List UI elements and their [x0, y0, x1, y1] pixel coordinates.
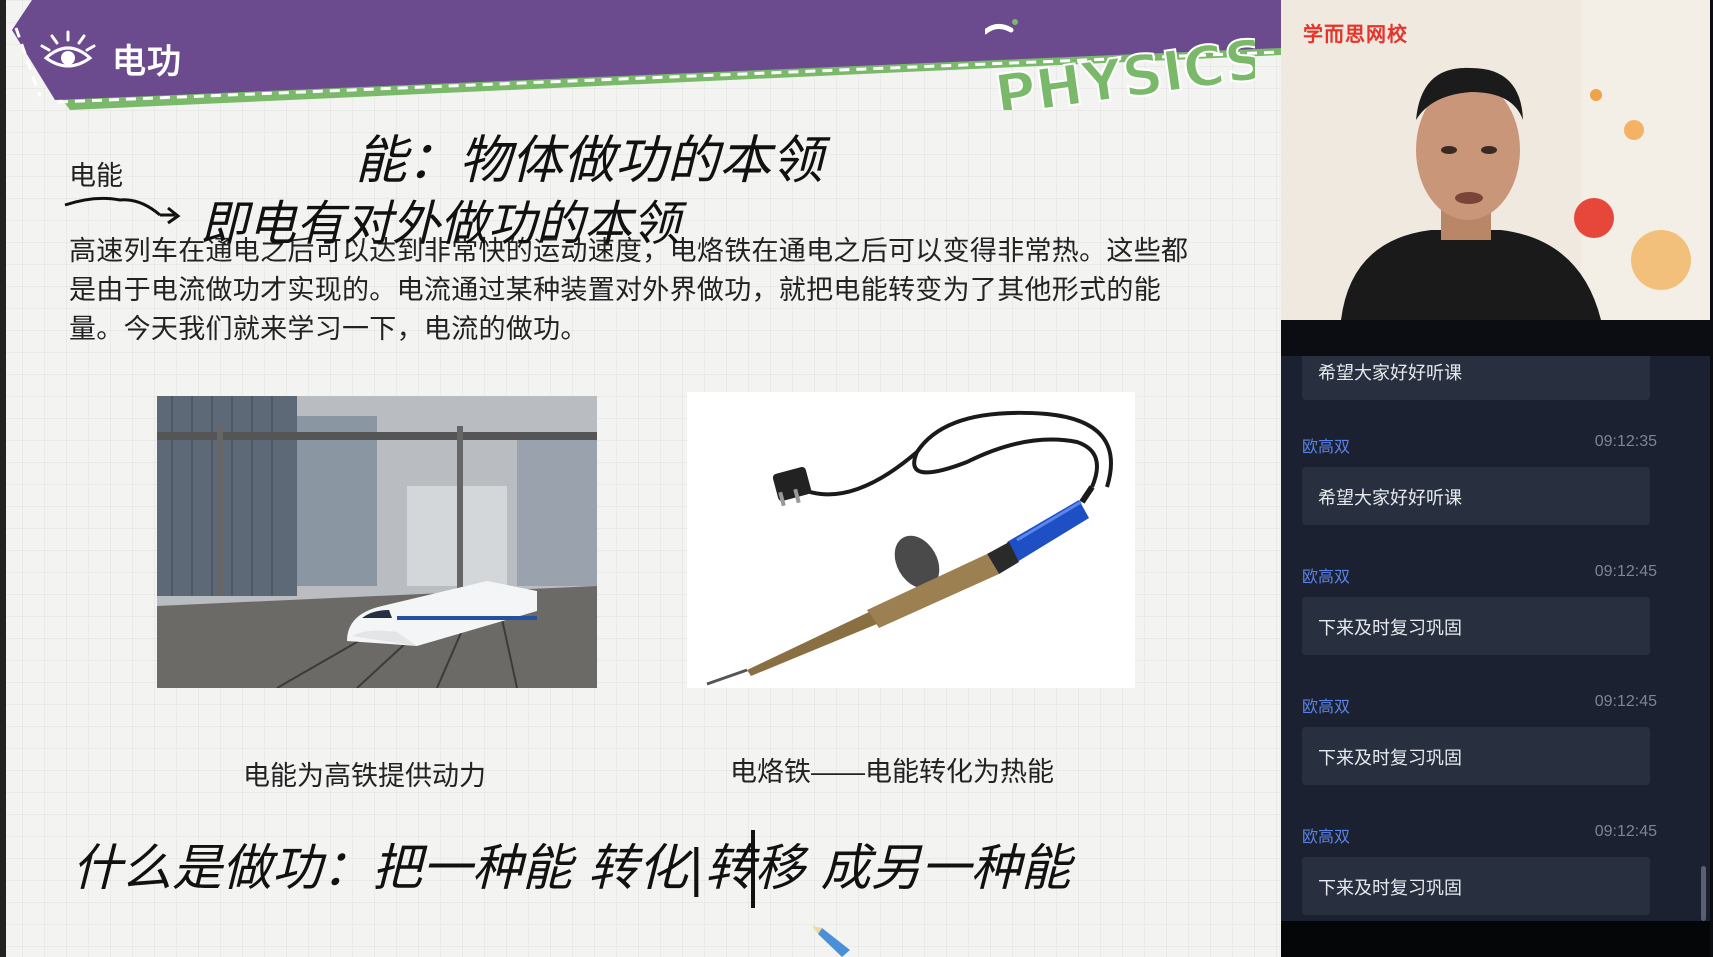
teacher-video: [1281, 0, 1713, 320]
video-divider: [1281, 320, 1713, 356]
caption-soldering-iron: 电烙铁——电能转化为热能: [730, 757, 1054, 787]
slide-title: 电功: [112, 43, 182, 81]
chat-message-text: 下来及时复习巩固: [1318, 748, 1462, 768]
chat-message-header: 欧高双 09:12:35: [1302, 433, 1657, 457]
pen-cursor-icon: [812, 926, 850, 957]
chat-bubble: 希望大家好好听课: [1302, 467, 1650, 525]
chat-message-header: 欧高双 09:12:45: [1302, 693, 1657, 717]
brand-logo: 学而思网校: [1303, 24, 1408, 46]
slide-left-edge: [0, 0, 6, 957]
chat-bubble: 希望大家好好听课: [1302, 356, 1650, 400]
chat-message-text: 下来及时复习巩固: [1318, 878, 1462, 898]
handwriting-line-1: 能：物体做功的本领: [355, 131, 831, 191]
chat-bubble: 下来及时复习巩固: [1302, 727, 1650, 785]
chat-message-text: 希望大家好好听课: [1318, 488, 1462, 508]
chat-bubble: 下来及时复习巩固: [1302, 857, 1650, 915]
chat-sender-name[interactable]: 欧高双: [1302, 823, 1350, 847]
chat-sender-name[interactable]: 欧高双: [1302, 693, 1350, 717]
eye-icon: [40, 30, 96, 68]
slide-canvas: 电功 PHYSICS 电能 高速列车在通电之后可以达到非常快的运动速度，电烙铁在…: [0, 0, 1281, 957]
chat-timestamp: 09:12:45: [1594, 563, 1657, 580]
chat-timestamp: 09:12:45: [1594, 823, 1657, 840]
chat-message-text: 下来及时复习巩固: [1318, 618, 1462, 638]
handwriting-line-3: 什么是做功：把一种能 转化|转移 成另一种能: [72, 839, 1076, 897]
bullet-train-photo: [157, 396, 597, 688]
soldering-iron-photo: [687, 392, 1135, 688]
chat-message-header: 欧高双 09:12:45: [1302, 563, 1657, 587]
chat-sender-name[interactable]: 欧高双: [1302, 433, 1350, 457]
chat-scrollbar[interactable]: [1701, 866, 1706, 921]
chat-message-header: 欧高双 09:12:45: [1302, 823, 1657, 847]
side-panel: 学而思网校 希望大家好好听课 欧高双 09:12:35 希望大家好好听课 欧高双…: [1281, 0, 1713, 957]
chat-timestamp: 09:12:45: [1594, 693, 1657, 710]
caption-train: 电能为高铁提供动力: [243, 761, 486, 791]
chat-bubble: 下来及时复习巩固: [1302, 597, 1650, 655]
section-label: 电能: [69, 161, 123, 191]
physics-logo-text: PHYSICS: [991, 27, 1255, 110]
chat-timestamp: 09:12:35: [1594, 433, 1657, 450]
physics-logo: PHYSICS: [985, 19, 1255, 110]
chat-sender-name[interactable]: 欧高双: [1302, 563, 1350, 587]
chat-list[interactable]: 希望大家好好听课 欧高双 09:12:35 希望大家好好听课 欧高双 09:12…: [1281, 356, 1713, 921]
chat-message-text: 希望大家好好听课: [1318, 363, 1462, 383]
bottom-bar: [1281, 921, 1713, 957]
intro-paragraph: 高速列车在通电之后可以达到非常快的运动速度，电烙铁在通电之后可以变得非常热。这些…: [69, 236, 1189, 344]
